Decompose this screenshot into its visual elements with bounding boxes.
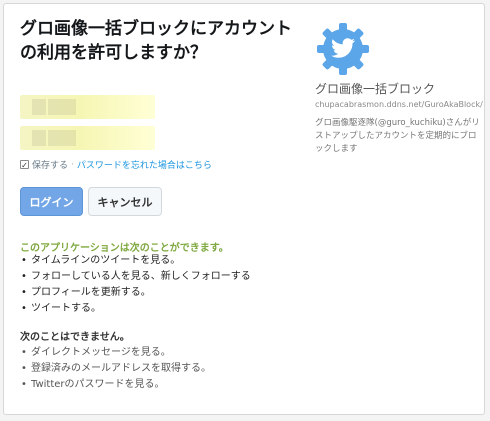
page-title: グロ画像一括ブロックにアカウントの利用を許可しますか？ [20, 19, 292, 63]
list-item: タイムラインのツイートを見る。 [20, 253, 251, 269]
remember-checkbox[interactable]: ✓ [20, 160, 29, 170]
app-description: グロ画像駆逐隊(@guro_kuchiku)さんがリストアップしたアカウントを定… [315, 118, 480, 154]
password-field[interactable] [20, 126, 155, 150]
cancel-button[interactable]: キャンセル [88, 187, 162, 216]
cannot-list: ダイレクトメッセージを見る。 登録済みのメールアドレスを取得する。 Twitte… [20, 345, 211, 393]
list-item: プロフィールを更新する。 [20, 285, 251, 301]
remember-row: ✓ 保存する · パスワードを忘れた場合はこちら [20, 158, 212, 171]
list-item: フォローしている人を見る、新しくフォローする [20, 269, 251, 285]
username-field[interactable] [20, 95, 155, 119]
separator: · [71, 159, 74, 170]
cannot-heading: 次のことはできません。 [20, 332, 130, 343]
list-item: ダイレクトメッセージを見る。 [20, 345, 211, 361]
twitter-bird-gear-icon [315, 21, 371, 77]
oauth-dialog: グロ画像一括ブロックにアカウントの利用を許可しますか？ ✓ 保存する · パスワ… [3, 3, 485, 415]
forgot-password-link[interactable]: パスワードを忘れた場合はこちら [77, 158, 212, 171]
blurred-text [32, 130, 46, 146]
list-item: 登録済みのメールアドレスを取得する。 [20, 361, 211, 377]
blurred-text [48, 130, 76, 146]
list-item: Twitterのパスワードを見る。 [20, 377, 211, 393]
can-heading: このアプリケーションは次のことができます。 [20, 243, 229, 254]
can-list: タイムラインのツイートを見る。 フォローしている人を見る、新しくフォローする プ… [20, 253, 251, 317]
blurred-text [32, 99, 46, 115]
app-name: グロ画像一括ブロック [315, 82, 436, 96]
app-url[interactable]: chupacabrasmon.ddns.net/GuroAkaBlock/ [315, 100, 483, 109]
remember-label: 保存する [32, 161, 69, 171]
list-item: ツイートする。 [20, 301, 251, 317]
blurred-text [48, 99, 76, 115]
login-button[interactable]: ログイン [20, 187, 83, 216]
